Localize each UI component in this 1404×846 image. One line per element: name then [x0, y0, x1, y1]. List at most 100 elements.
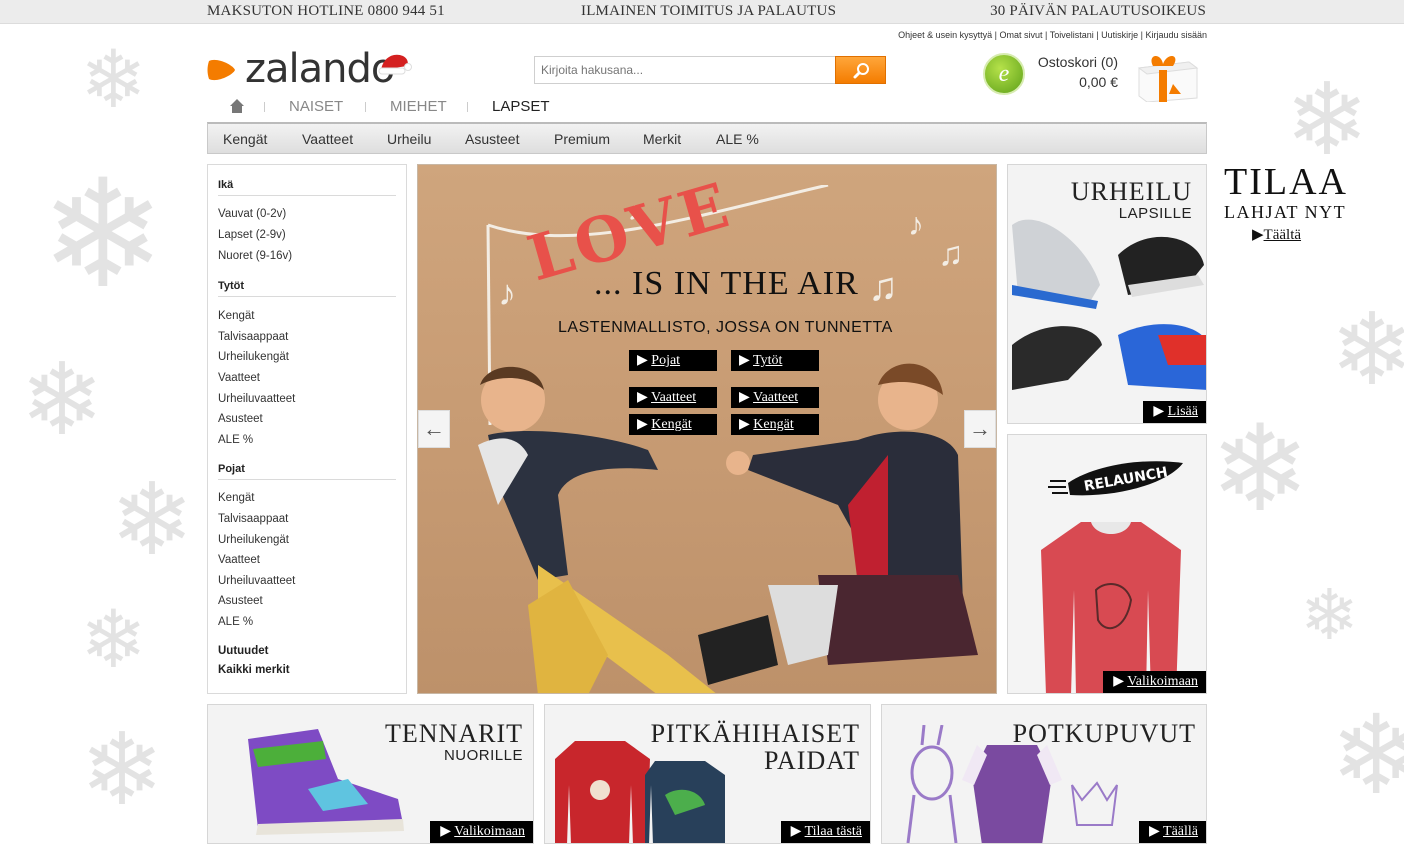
home-icon[interactable] — [229, 98, 245, 114]
wishlist-link[interactable]: Toivelistani — [1050, 30, 1094, 40]
nav-vaatteet[interactable]: Vaatteet — [302, 131, 353, 147]
search-icon — [853, 63, 869, 79]
hotline-text: MAKSUTON HOTLINE 0800 944 51 — [207, 3, 445, 19]
snowflake-decoration: ❄ — [1330, 691, 1404, 819]
nav-ale[interactable]: ALE % — [716, 131, 759, 147]
snowflake-decoration: ❄ — [80, 711, 164, 828]
santa-hat-icon — [378, 54, 412, 75]
divider — [218, 479, 396, 480]
cart-label: Ostoskori (0) — [1037, 54, 1118, 70]
gift-box-icon[interactable] — [1133, 48, 1203, 102]
cart-total: 0,00 € — [1079, 74, 1118, 90]
sidebar-item-girls-urheilukengat[interactable]: Urheilukengät — [218, 351, 289, 363]
promo-sports-cta-label: Lisää — [1167, 404, 1198, 419]
nav-asusteet[interactable]: Asusteet — [465, 131, 519, 147]
kids-photo — [478, 363, 978, 693]
zalando-logo[interactable]: zalando — [207, 46, 417, 92]
promo-relaunch-cta[interactable]: ▶ Valikoimaan — [1103, 671, 1206, 693]
sidebar-item-girls-ale[interactable]: ALE % — [218, 434, 253, 446]
divider — [218, 195, 396, 196]
snowflake-decoration: ❄ — [1300, 574, 1359, 656]
sidebar-item-girls-vaatteet[interactable]: Vaatteet — [218, 372, 260, 384]
promo-rompers[interactable]: POTKUPUVUT ▶ Täällä — [881, 704, 1207, 844]
green-e-badge[interactable]: e — [983, 53, 1025, 95]
sidebar-item-girls-talvisaappaat[interactable]: Talvisaappaat — [218, 331, 288, 343]
sidebar-item-girls-asusteet[interactable]: Asusteet — [218, 413, 263, 425]
top-info-bar: MAKSUTON HOTLINE 0800 944 51 ILMAINEN TO… — [0, 0, 1404, 24]
promo-longsleeve-title1: PITKÄHIHAISET — [650, 719, 860, 748]
returns-text: 30 PÄIVÄN PALAUTUSOIKEUS — [990, 3, 1206, 19]
snowflake-decoration: ❄ — [1330, 291, 1404, 408]
search-button[interactable] — [835, 56, 886, 84]
sidebar-item-nuoret[interactable]: Nuoret (9-16v) — [218, 250, 292, 262]
promo-longsleeve-shirts[interactable]: PITKÄHIHAISET PAIDAT ▶ Tilaa tästä — [544, 704, 871, 844]
logo-wordmark: zalando — [245, 46, 395, 92]
search-input[interactable] — [534, 56, 836, 84]
promo-sneakers-subtitle: NUORILLE — [443, 747, 523, 764]
tab-divider — [467, 102, 468, 112]
sidebar-item-boys-ale[interactable]: ALE % — [218, 616, 253, 628]
promo-sneakers-cta[interactable]: ▶ Valikoimaan — [430, 821, 533, 843]
login-link[interactable]: Kirjaudu sisään — [1145, 30, 1207, 40]
my-account-link[interactable]: Omat sivut — [1000, 30, 1043, 40]
svg-text:♫: ♫ — [868, 265, 898, 305]
promo-rompers-title: POTKUPUVUT — [1012, 719, 1196, 748]
promo-sports-title: URHEILU — [1070, 177, 1192, 206]
sidebar-item-lapset[interactable]: Lapset (2-9v) — [218, 229, 286, 241]
promo-sneakers-title: TENNARIT — [385, 719, 523, 748]
promo-longsleeve-cta[interactable]: ▶ Tilaa tästä — [780, 821, 870, 843]
nav-merkit[interactable]: Merkit — [643, 131, 681, 147]
shopping-cart[interactable]: Ostoskori (0) 0,00 € — [1036, 54, 1118, 90]
nav-kengat[interactable]: Kengät — [223, 131, 267, 147]
utility-links: Ohjeet & usein kysyttyä | Omat sivut | T… — [898, 30, 1207, 40]
promo-rompers-cta[interactable]: ▶ Täällä — [1139, 821, 1206, 843]
tab-naiset[interactable]: NAISET — [289, 98, 343, 115]
sidebar-item-girls-kengat[interactable]: Kengät — [218, 310, 254, 322]
help-link[interactable]: Ohjeet & usein kysyttyä — [898, 30, 992, 40]
tab-miehet[interactable]: MIEHET — [390, 98, 447, 115]
nav-premium[interactable]: Premium — [554, 131, 610, 147]
category-sidebar: Ikä Vauvat (0-2v) Lapset (2-9v) Nuoret (… — [207, 164, 407, 694]
sidebar-item-boys-talvisaappaat[interactable]: Talvisaappaat — [218, 513, 288, 525]
sidebar-item-girls-urheiluvaatteet[interactable]: Urheiluvaatteet — [218, 393, 295, 405]
sidebar-item-boys-kengat[interactable]: Kengät — [218, 492, 254, 504]
carousel-next-button[interactable]: → — [964, 410, 996, 448]
relaunch-rocket-logo: RELAUNCH — [1048, 461, 1183, 496]
hero-headline: ... IS IN THE AIR — [594, 265, 859, 302]
gift-link[interactable]: ▶Täältä — [1252, 225, 1364, 244]
snowflake-decoration: ❄ — [20, 341, 104, 458]
sidebar-item-boys-vaatteet[interactable]: Vaatteet — [218, 554, 260, 566]
svg-text:♪: ♪ — [498, 272, 516, 313]
tab-divider — [264, 102, 265, 112]
hero-banner[interactable]: ♪ ♪ ♪ ♫ ♫ LOVE ... IS IN THE AIR LASTENM… — [417, 164, 997, 694]
snowflake-decoration: ❄ — [110, 461, 194, 578]
sidebar-item-boys-urheiluvaatteet[interactable]: Urheiluvaatteet — [218, 575, 295, 587]
nav-urheilu[interactable]: Urheilu — [387, 131, 431, 147]
girls-heading: Tytöt — [218, 280, 245, 292]
gift-link-label: Täältä — [1263, 227, 1302, 243]
promo-relaunch[interactable]: RELAUNCH ▶ Valikoimaan — [1007, 434, 1207, 694]
promo-sneakers-cta-label: Valikoimaan — [454, 824, 525, 839]
tab-divider — [365, 102, 366, 112]
snowflake-decoration: ❄ — [1285, 61, 1369, 178]
promo-sneakers-teens[interactable]: TENNARIT NUORILLE ▶ Valikoimaan — [207, 704, 534, 844]
carousel-prev-button[interactable]: ← — [418, 410, 450, 448]
sidebar-item-vauvat[interactable]: Vauvat (0-2v) — [218, 208, 286, 220]
sidebar-item-kaikki-merkit[interactable]: Kaikki merkit — [218, 664, 290, 676]
tab-lapset[interactable]: LAPSET — [492, 98, 550, 115]
snowflake-decoration: ❄ — [1210, 400, 1311, 539]
gift-title: TILAA — [1224, 161, 1348, 203]
newsletter-link[interactable]: Uutiskirje — [1101, 30, 1138, 40]
sidebar-item-boys-urheilukengat[interactable]: Urheilukengät — [218, 534, 289, 546]
promo-relaunch-cta-label: Valikoimaan — [1127, 674, 1198, 689]
gift-order-callout: TILAA LAHJAT NYT ▶Täältä — [1224, 162, 1364, 244]
sidebar-item-boys-asusteet[interactable]: Asusteet — [218, 595, 263, 607]
sidebar-item-uutuudet[interactable]: Uutuudet — [218, 645, 268, 657]
promo-longsleeve-cta-label: Tilaa tästä — [804, 824, 862, 839]
divider — [218, 296, 396, 297]
promo-sports-kids[interactable]: URHEILU LAPSILLE ▶ Lisää — [1007, 164, 1207, 424]
hero-subline: LASTENMALLISTO, JOSSA ON TUNNETTA — [558, 319, 893, 336]
promo-sports-cta[interactable]: ▶ Lisää — [1143, 401, 1206, 423]
promo-longsleeve-title2: PAIDAT — [763, 746, 860, 775]
snowflake-decoration: ❄ — [80, 593, 148, 686]
